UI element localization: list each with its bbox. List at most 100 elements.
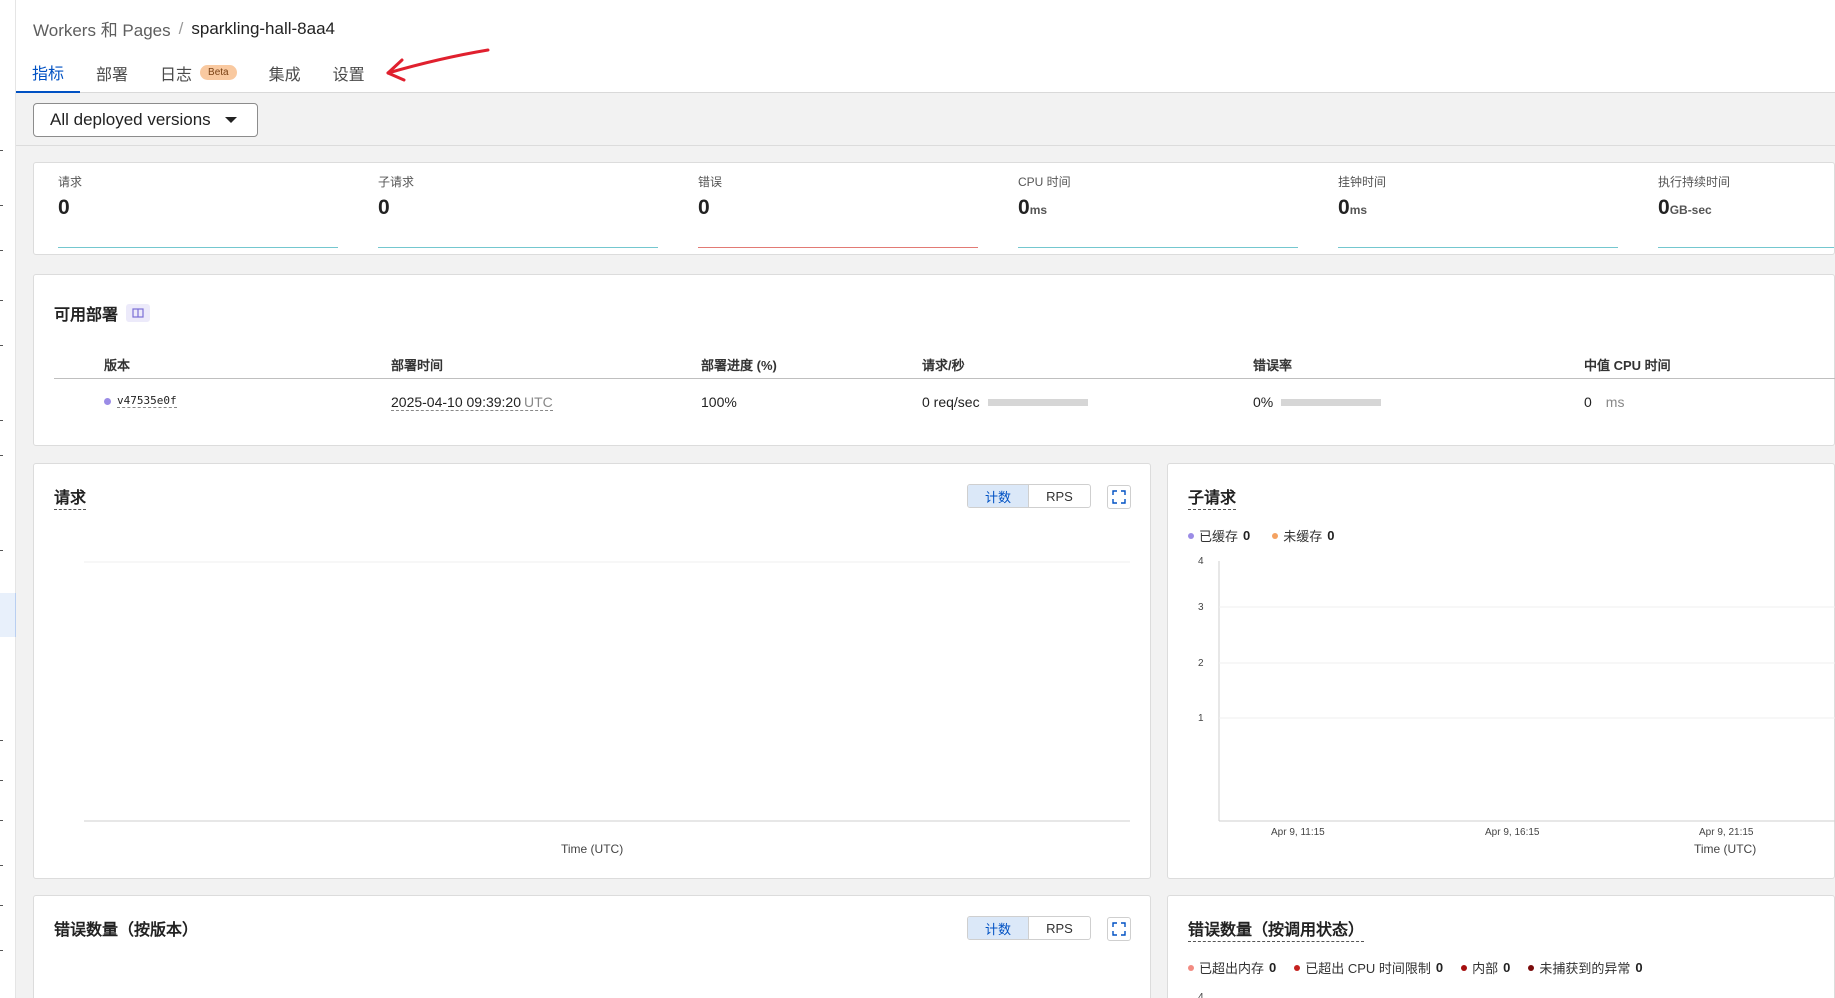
- metric-number: 0: [58, 196, 70, 219]
- sparkline: [1658, 247, 1834, 248]
- metric-label: 请求: [58, 175, 83, 189]
- left-sidebar-rail: [0, 0, 16, 998]
- cpu-unit: ms: [1605, 394, 1625, 410]
- toggle-rps[interactable]: RPS: [1029, 917, 1090, 939]
- rail-tick: [0, 950, 3, 951]
- column-header: 部署进度 (%): [701, 358, 777, 373]
- x-tick-label: Apr 9, 16:15: [1485, 827, 1540, 838]
- metric-label: 挂钟时间: [1338, 175, 1387, 189]
- legend-dot: [1188, 964, 1194, 971]
- rail-tick: [0, 455, 3, 456]
- rail-tick: [0, 345, 3, 346]
- metric-value: 0: [58, 196, 338, 220]
- metric-number: 0: [698, 196, 710, 219]
- rps-bar: [987, 398, 1088, 406]
- deployments-title: 可用部署: [54, 301, 151, 325]
- legend-item-memory[interactable]: 已超出内存 0: [1188, 958, 1276, 977]
- metric-label: 执行持续时间: [1658, 175, 1731, 189]
- y-tick-label: 1: [1198, 713, 1204, 724]
- rail-tick: [0, 865, 3, 866]
- version-color-dot: [104, 397, 111, 405]
- rail-active-item[interactable]: [0, 593, 16, 637]
- legend-value: 0: [1269, 960, 1277, 975]
- y-tick-label: 3: [1198, 602, 1204, 613]
- rail-tick: [0, 150, 3, 151]
- cpu-cell: 0 ms: [1584, 394, 1624, 410]
- deploy-time-tooltip[interactable]: 2025-04-10 09:39:20 UTC: [391, 394, 553, 411]
- tab-label: 设置: [332, 66, 365, 84]
- version-select-dropdown[interactable]: All deployed versions: [33, 103, 258, 137]
- metric-number: 0: [1658, 196, 1670, 219]
- deploy-timezone: UTC: [524, 394, 553, 410]
- metric-duration: 执行持续时间 0GB-sec: [1658, 173, 1835, 220]
- metric-wall-time: 挂钟时间 0ms: [1338, 173, 1618, 220]
- requests-chart-card: 请求 计数 RPS Time (UTC): [33, 463, 1151, 879]
- docs-link-icon[interactable]: [126, 304, 151, 322]
- breadcrumb-parent-link[interactable]: Workers 和 Pages: [33, 16, 171, 41]
- deploy-time-cell: 2025-04-10 09:39:20 UTC: [391, 394, 553, 411]
- chart-title[interactable]: 错误数量（按调用状态）: [1188, 916, 1365, 942]
- rail-tick: [0, 905, 3, 906]
- deployments-title-text: 可用部署: [54, 307, 119, 324]
- tab-metrics[interactable]: 指标: [16, 52, 81, 93]
- toggle-count[interactable]: 计数: [968, 917, 1029, 939]
- count-rps-toggle: 计数 RPS: [967, 916, 1091, 940]
- version-select-value: All deployed versions: [50, 110, 211, 129]
- caret-down-icon: [224, 117, 237, 123]
- tab-integrations[interactable]: 集成: [253, 52, 317, 93]
- y-tick-label: 4: [1198, 992, 1204, 998]
- errors-by-status-card: 错误数量（按调用状态） 已超出内存 0 已超出 CPU 时间限制 0 内部 0 未捕获…: [1167, 895, 1835, 998]
- metric-label: CPU 时间: [1018, 175, 1071, 189]
- metric-label: 错误: [698, 175, 723, 189]
- version-link[interactable]: v47535e0f: [117, 394, 177, 408]
- metric-number: 0: [1338, 196, 1350, 219]
- sparkline: [698, 247, 978, 248]
- tab-logs[interactable]: 日志 Beta: [144, 52, 253, 93]
- expand-button[interactable]: [1107, 917, 1131, 941]
- breadcrumb-separator: /: [178, 18, 184, 38]
- rail-tick: [0, 250, 3, 251]
- legend-dot: [1528, 964, 1535, 971]
- breadcrumb: Workers 和 Pages / sparkling-hall-8aa4: [33, 16, 335, 41]
- chart-legend: 已超出内存 0 已超出 CPU 时间限制 0 内部 0 未捕获到的异常 0: [1188, 958, 1643, 977]
- metric-number: 0: [1018, 196, 1030, 219]
- sparkline: [378, 247, 658, 248]
- metric-errors: 错误 0: [698, 173, 978, 220]
- tab-deployments[interactable]: 部署: [80, 52, 144, 93]
- legend-item-uncaught[interactable]: 未捕获到的异常 0: [1528, 958, 1643, 977]
- table-row: v47535e0f 2025-04-10 09:39:20 UTC 100% 0 …: [54, 379, 1835, 427]
- error-rate-cell: 0%: [1253, 394, 1382, 410]
- column-header: 请求/秒: [922, 358, 965, 373]
- sparkline: [58, 247, 338, 248]
- red-arrow-annotation-icon: [386, 48, 490, 82]
- deployments-table: 版本 部署时间 部署进度 (%) 请求/秒 错误率 中值 CPU 时间 v475…: [54, 345, 1835, 427]
- metric-subrequests: 子请求 0: [378, 173, 658, 220]
- rail-tick: [0, 780, 3, 781]
- sparkline: [1018, 247, 1298, 248]
- metric-requests: 请求 0: [58, 173, 338, 220]
- tab-label: 部署: [96, 66, 129, 84]
- legend-item-cpu-limit[interactable]: 已超出 CPU 时间限制 0: [1294, 958, 1443, 977]
- rail-tick: [0, 740, 3, 741]
- legend-label: 已超出内存: [1199, 961, 1265, 976]
- metric-unit: GB-sec: [1669, 203, 1712, 217]
- legend-dot: [1461, 964, 1468, 971]
- legend-item-internal[interactable]: 内部 0: [1461, 958, 1510, 977]
- metric-unit: ms: [1349, 203, 1368, 217]
- deployments-card: 可用部署 版本 部署时间 部署进度 (%) 请求/秒 错误率 中值 CPU 时间…: [33, 274, 1835, 446]
- legend-value: 0: [1635, 960, 1643, 975]
- rail-tick: [0, 300, 3, 301]
- legend-label: 已超出 CPU 时间限制: [1305, 961, 1431, 976]
- tab-bar: 指标 部署 日志 Beta 集成 设置: [16, 52, 381, 93]
- requests-plot-area: [84, 561, 1130, 822]
- y-tick-label: 2: [1198, 658, 1204, 669]
- progress-cell: 100%: [701, 394, 737, 410]
- rail-tick: [0, 820, 3, 821]
- error-rate-bar: [1281, 398, 1382, 406]
- metric-unit: ms: [1029, 203, 1048, 217]
- tab-settings[interactable]: 设置: [317, 52, 381, 93]
- cpu-value: 0: [1584, 394, 1592, 410]
- column-header: 版本: [104, 358, 131, 373]
- version-cell: v47535e0f: [104, 394, 177, 408]
- legend-dot: [1294, 964, 1301, 971]
